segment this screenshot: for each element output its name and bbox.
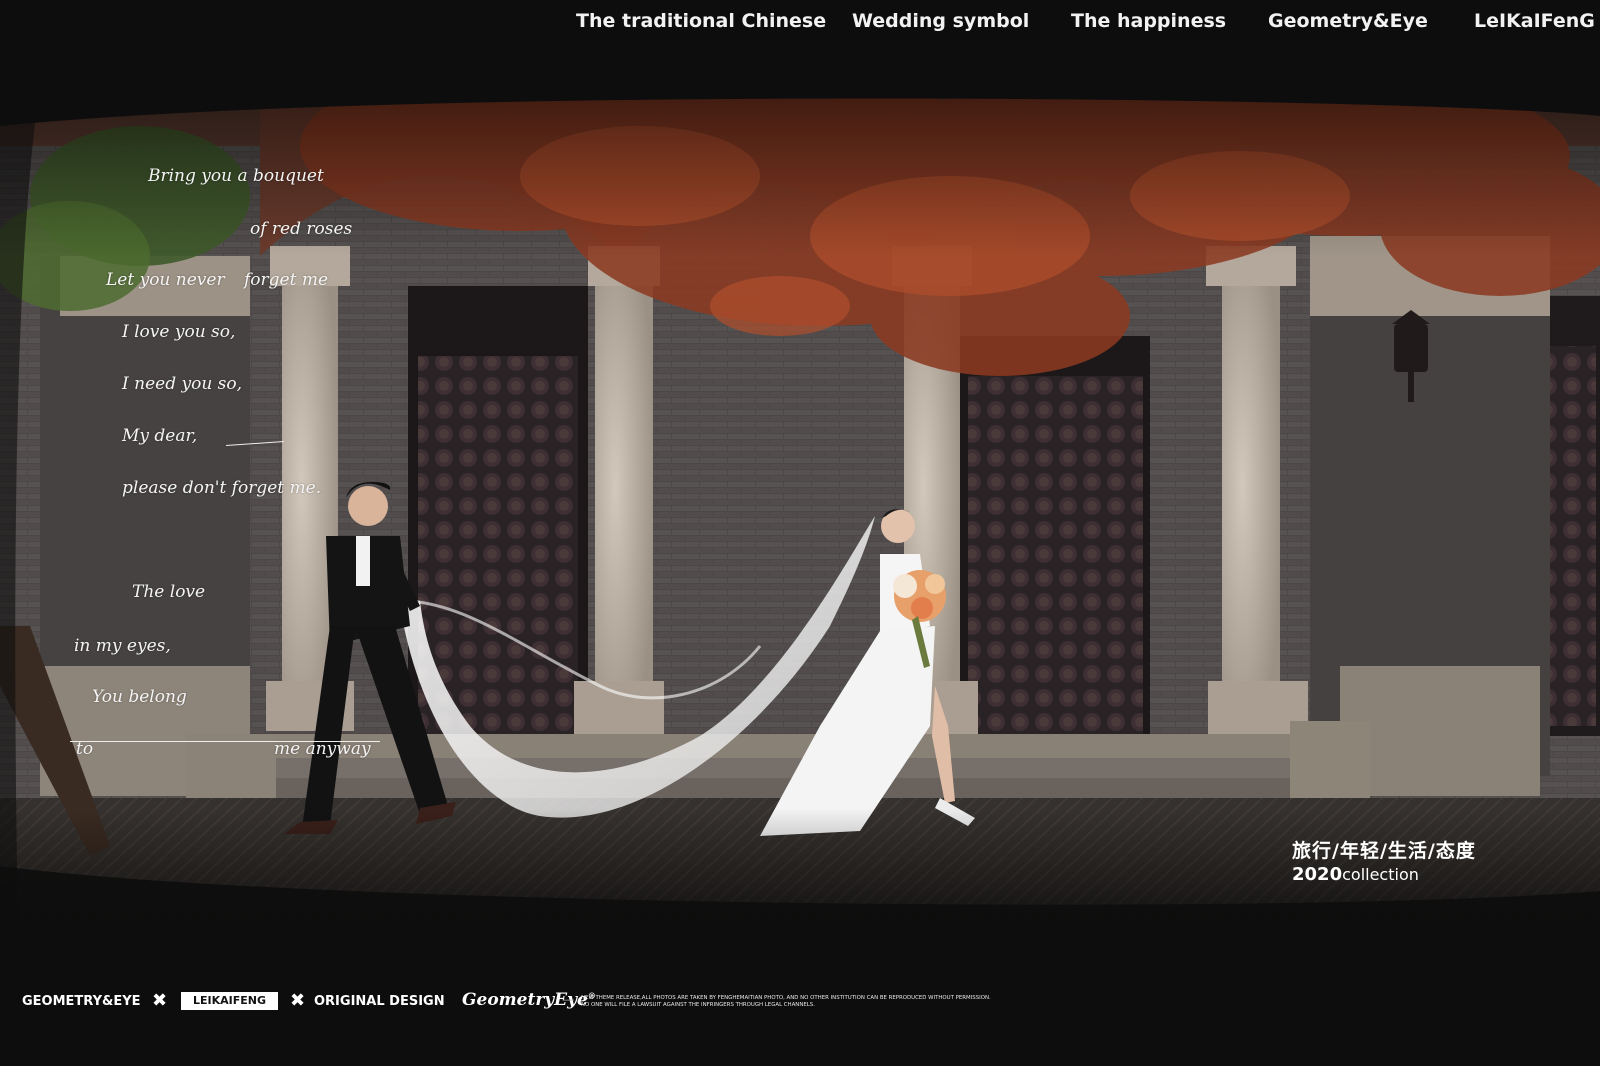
footer-bar: GEOMETRY&EYE ✖ LEIKAIFENG ✖ ORIGINAL DES…: [0, 980, 1600, 1020]
footer-original-design: ORIGINAL DESIGN: [314, 994, 445, 1009]
poem-line: please don't forget me.: [122, 478, 322, 498]
poem-line: in my eyes,: [74, 636, 171, 656]
poem-line: I love you so,: [122, 322, 236, 342]
footer-dash: —: [563, 994, 574, 1006]
poem-line: The love: [132, 582, 206, 602]
poem-line: to: [76, 739, 94, 759]
poem-line: I need you so,: [122, 374, 243, 394]
footer-copyright-notice: NEW THEME RELEASE,ALL PHOTOS ARE TAKEN B…: [581, 995, 991, 1009]
nav-item-wedding-symbol[interactable]: Wedding symbol: [852, 10, 1029, 32]
nav-item-geometry-eye[interactable]: Geometry&Eye: [1268, 10, 1428, 32]
caption-year-number: 2020: [1292, 864, 1343, 885]
nav-item-leikaifeng[interactable]: LeIKaIFenG: [1474, 10, 1595, 32]
caption-collection: collection: [1342, 865, 1419, 884]
footer-brand: GEOMETRY&EYE: [22, 994, 141, 1009]
nav-item-the-happiness[interactable]: The happiness: [1071, 10, 1226, 32]
nav-item-traditional-chinese[interactable]: The traditional Chinese: [576, 10, 826, 32]
close-x-icon: ✖: [152, 990, 168, 1011]
notice-line: NO ONE WILL FILE A LAWSUIT AGAINST THE I…: [581, 1002, 815, 1008]
footer-boxed-label: LEIKAIFENG: [181, 992, 278, 1010]
poem-line: Bring you a bouquet: [148, 166, 324, 186]
poem-line: forget me: [244, 270, 329, 290]
poem-line: me anyway: [274, 739, 371, 759]
close-x-icon: ✖: [290, 990, 306, 1011]
poem-rule: [70, 741, 380, 742]
footer-logo: GeometryEye®: [462, 990, 596, 1010]
wedding-photo: Bring you a bouquet of red roses Let you…: [0, 86, 1600, 936]
poem-line: Let you never: [106, 270, 225, 290]
poem-line: My dear,: [122, 426, 198, 446]
caption-year: 2020collection: [1292, 864, 1419, 885]
poem-line: of red roses: [250, 219, 353, 239]
caption-chinese: 旅行/年轻/生活/态度: [1292, 840, 1476, 862]
notice-line: NEW THEME RELEASE,ALL PHOTOS ARE TAKEN B…: [581, 995, 991, 1001]
top-navigation: The traditional Chinese Wedding symbol T…: [0, 0, 1600, 46]
poem-line: You belong: [92, 687, 187, 707]
wedding-scene-illustration: [0, 86, 1600, 936]
